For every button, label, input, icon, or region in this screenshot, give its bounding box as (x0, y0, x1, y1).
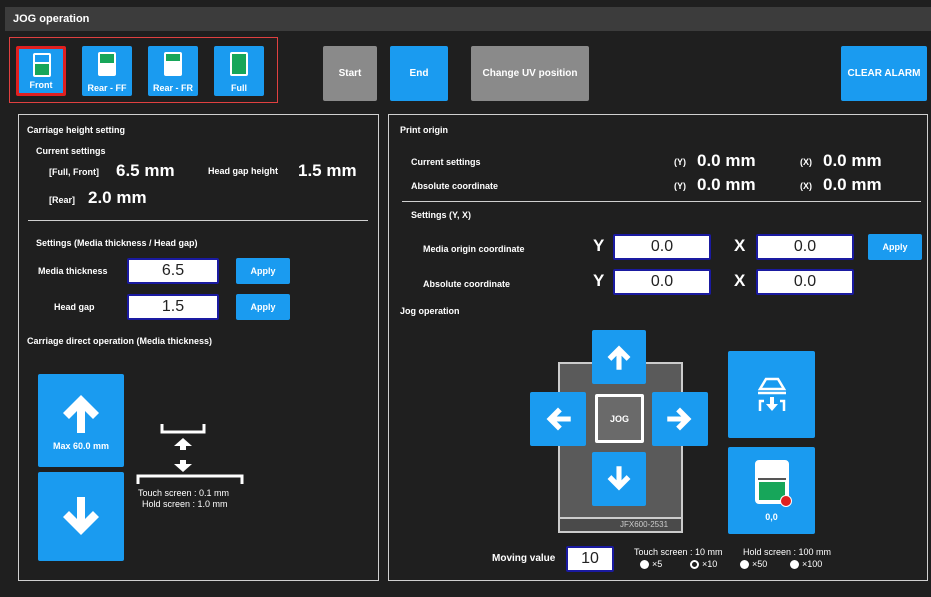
radio-icon (640, 560, 649, 570)
x-tag: (X) (800, 157, 812, 167)
y-tag: (Y) (674, 157, 686, 167)
head-gap-apply-button[interactable]: Apply (236, 294, 290, 320)
multiplier-option-10[interactable]: ×10 (690, 559, 717, 570)
jog-left-button[interactable] (530, 392, 586, 446)
media-thickness-apply-button[interactable]: Apply (236, 258, 290, 284)
machine-name: JFX600-2531 (620, 520, 669, 529)
move-to-origin-button[interactable] (728, 351, 815, 438)
zero-label: 0,0 (765, 511, 778, 522)
mode-rear-fr-button[interactable]: Rear - FR (148, 46, 198, 96)
current-settings-label: Current settings (36, 146, 106, 156)
absolute-coordinate-setting-label: Absolute coordinate (423, 279, 511, 289)
left-arrow-icon (546, 407, 571, 431)
jog-table-area (558, 362, 683, 532)
mode-label: Rear - FF (87, 83, 127, 93)
media-thickness-input[interactable]: 6.5 (127, 258, 219, 284)
settings-yx-title: Settings (Y, X) (411, 210, 472, 220)
head-gap-height-value: 1.5 mm (298, 161, 357, 180)
jog-operation-title: Jog operation (400, 306, 460, 316)
absolute-y-input[interactable]: 0.0 (613, 269, 711, 295)
full-table-icon (230, 52, 248, 76)
radio-icon (740, 560, 749, 570)
end-button[interactable]: End (390, 46, 448, 101)
y-tag: (Y) (674, 181, 686, 191)
right-arrow-icon (667, 407, 692, 431)
multiplier-option-5[interactable]: ×5 (640, 559, 662, 570)
print-origin-title: Print origin (400, 125, 448, 135)
absolute-x-value: 0.0 mm (823, 175, 882, 194)
front-table-icon (33, 53, 51, 77)
start-button[interactable]: Start (323, 46, 377, 101)
absolute-coordinate-label: Absolute coordinate (411, 181, 499, 191)
current-x-value: 0.0 mm (823, 151, 882, 170)
media-head-settings-title: Settings (Media thickness / Head gap) (36, 238, 198, 248)
full-front-value: 6.5 mm (116, 161, 175, 180)
head-gap-input[interactable]: 1.5 (127, 294, 219, 320)
x-axis-label: X (734, 236, 746, 255)
hold-screen-note: Hold screen : 1.0 mm (142, 499, 228, 509)
hold-screen-note: Hold screen : 100 mm (743, 547, 832, 557)
set-zero-origin-button[interactable]: 0,0 (728, 447, 815, 534)
media-origin-label: Media origin coordinate (423, 244, 525, 254)
mode-full-button[interactable]: Full (214, 46, 264, 96)
radio-selected-icon (690, 560, 699, 570)
y-axis-label: Y (593, 271, 605, 290)
down-arrow-icon (63, 496, 99, 535)
current-settings-label: Current settings (411, 157, 481, 167)
multiplier-option-50[interactable]: ×50 (740, 559, 767, 570)
x-tag: (X) (800, 181, 812, 191)
carriage-gap-diagram-icon (136, 424, 244, 484)
y-axis-label: Y (593, 236, 605, 255)
touch-screen-note: Touch screen : 0.1 mm (138, 488, 230, 498)
down-arrow-icon (607, 466, 631, 491)
x-axis-label: X (734, 271, 746, 290)
jog-center-button[interactable]: JOG (595, 394, 644, 443)
up-arrow-icon (63, 394, 99, 433)
up-arrow-icon (607, 345, 631, 370)
media-origin-x-input[interactable]: 0.0 (756, 234, 854, 260)
head-gap-label: Head gap (54, 302, 95, 312)
radio-icon (790, 560, 799, 570)
window-title: JOG operation (5, 7, 931, 31)
mode-front-button[interactable]: Front (16, 46, 66, 96)
rear-value: 2.0 mm (88, 188, 147, 207)
head-gap-height-label: Head gap height (208, 166, 279, 176)
absolute-y-value: 0.0 mm (697, 175, 756, 194)
change-uv-position-button[interactable]: Change UV position (471, 46, 589, 101)
moving-value-label: Moving value (492, 553, 556, 564)
clear-alarm-button[interactable]: CLEAR ALARM (841, 46, 927, 101)
head-move-down-icon (757, 377, 786, 411)
rear-label: [Rear] (49, 195, 76, 205)
media-thickness-label: Media thickness (38, 266, 108, 276)
mode-label: Front (29, 80, 53, 90)
max-height-label: Max 60.0 mm (52, 440, 110, 451)
current-y-value: 0.0 mm (697, 151, 756, 170)
mode-label: Rear - FR (152, 83, 193, 93)
carriage-direct-title: Carriage direct operation (Media thickne… (27, 336, 213, 346)
mode-label: Full (231, 83, 247, 93)
table-zero-icon (754, 459, 792, 507)
multiplier-option-100[interactable]: ×100 (790, 559, 822, 570)
full-front-label: [Full, Front] (49, 167, 99, 177)
carriage-up-button[interactable]: Max 60.0 mm (38, 374, 124, 467)
jog-up-button[interactable] (592, 330, 646, 384)
mode-rear-ff-button[interactable]: Rear - FF (82, 46, 132, 96)
rear-ff-table-icon (98, 52, 116, 76)
divider (402, 201, 921, 202)
jog-right-button[interactable] (652, 392, 708, 446)
absolute-x-input[interactable]: 0.0 (756, 269, 854, 295)
carriage-height-title: Carriage height setting (27, 125, 126, 135)
divider (28, 220, 368, 221)
carriage-down-button[interactable] (38, 472, 124, 561)
media-origin-y-input[interactable]: 0.0 (613, 234, 711, 260)
rear-fr-table-icon (164, 52, 182, 76)
touch-screen-note: Touch screen : 10 mm (634, 547, 723, 557)
moving-value-input[interactable]: 10 (566, 546, 614, 572)
media-origin-apply-button[interactable]: Apply (868, 234, 922, 260)
jog-down-button[interactable] (592, 452, 646, 506)
